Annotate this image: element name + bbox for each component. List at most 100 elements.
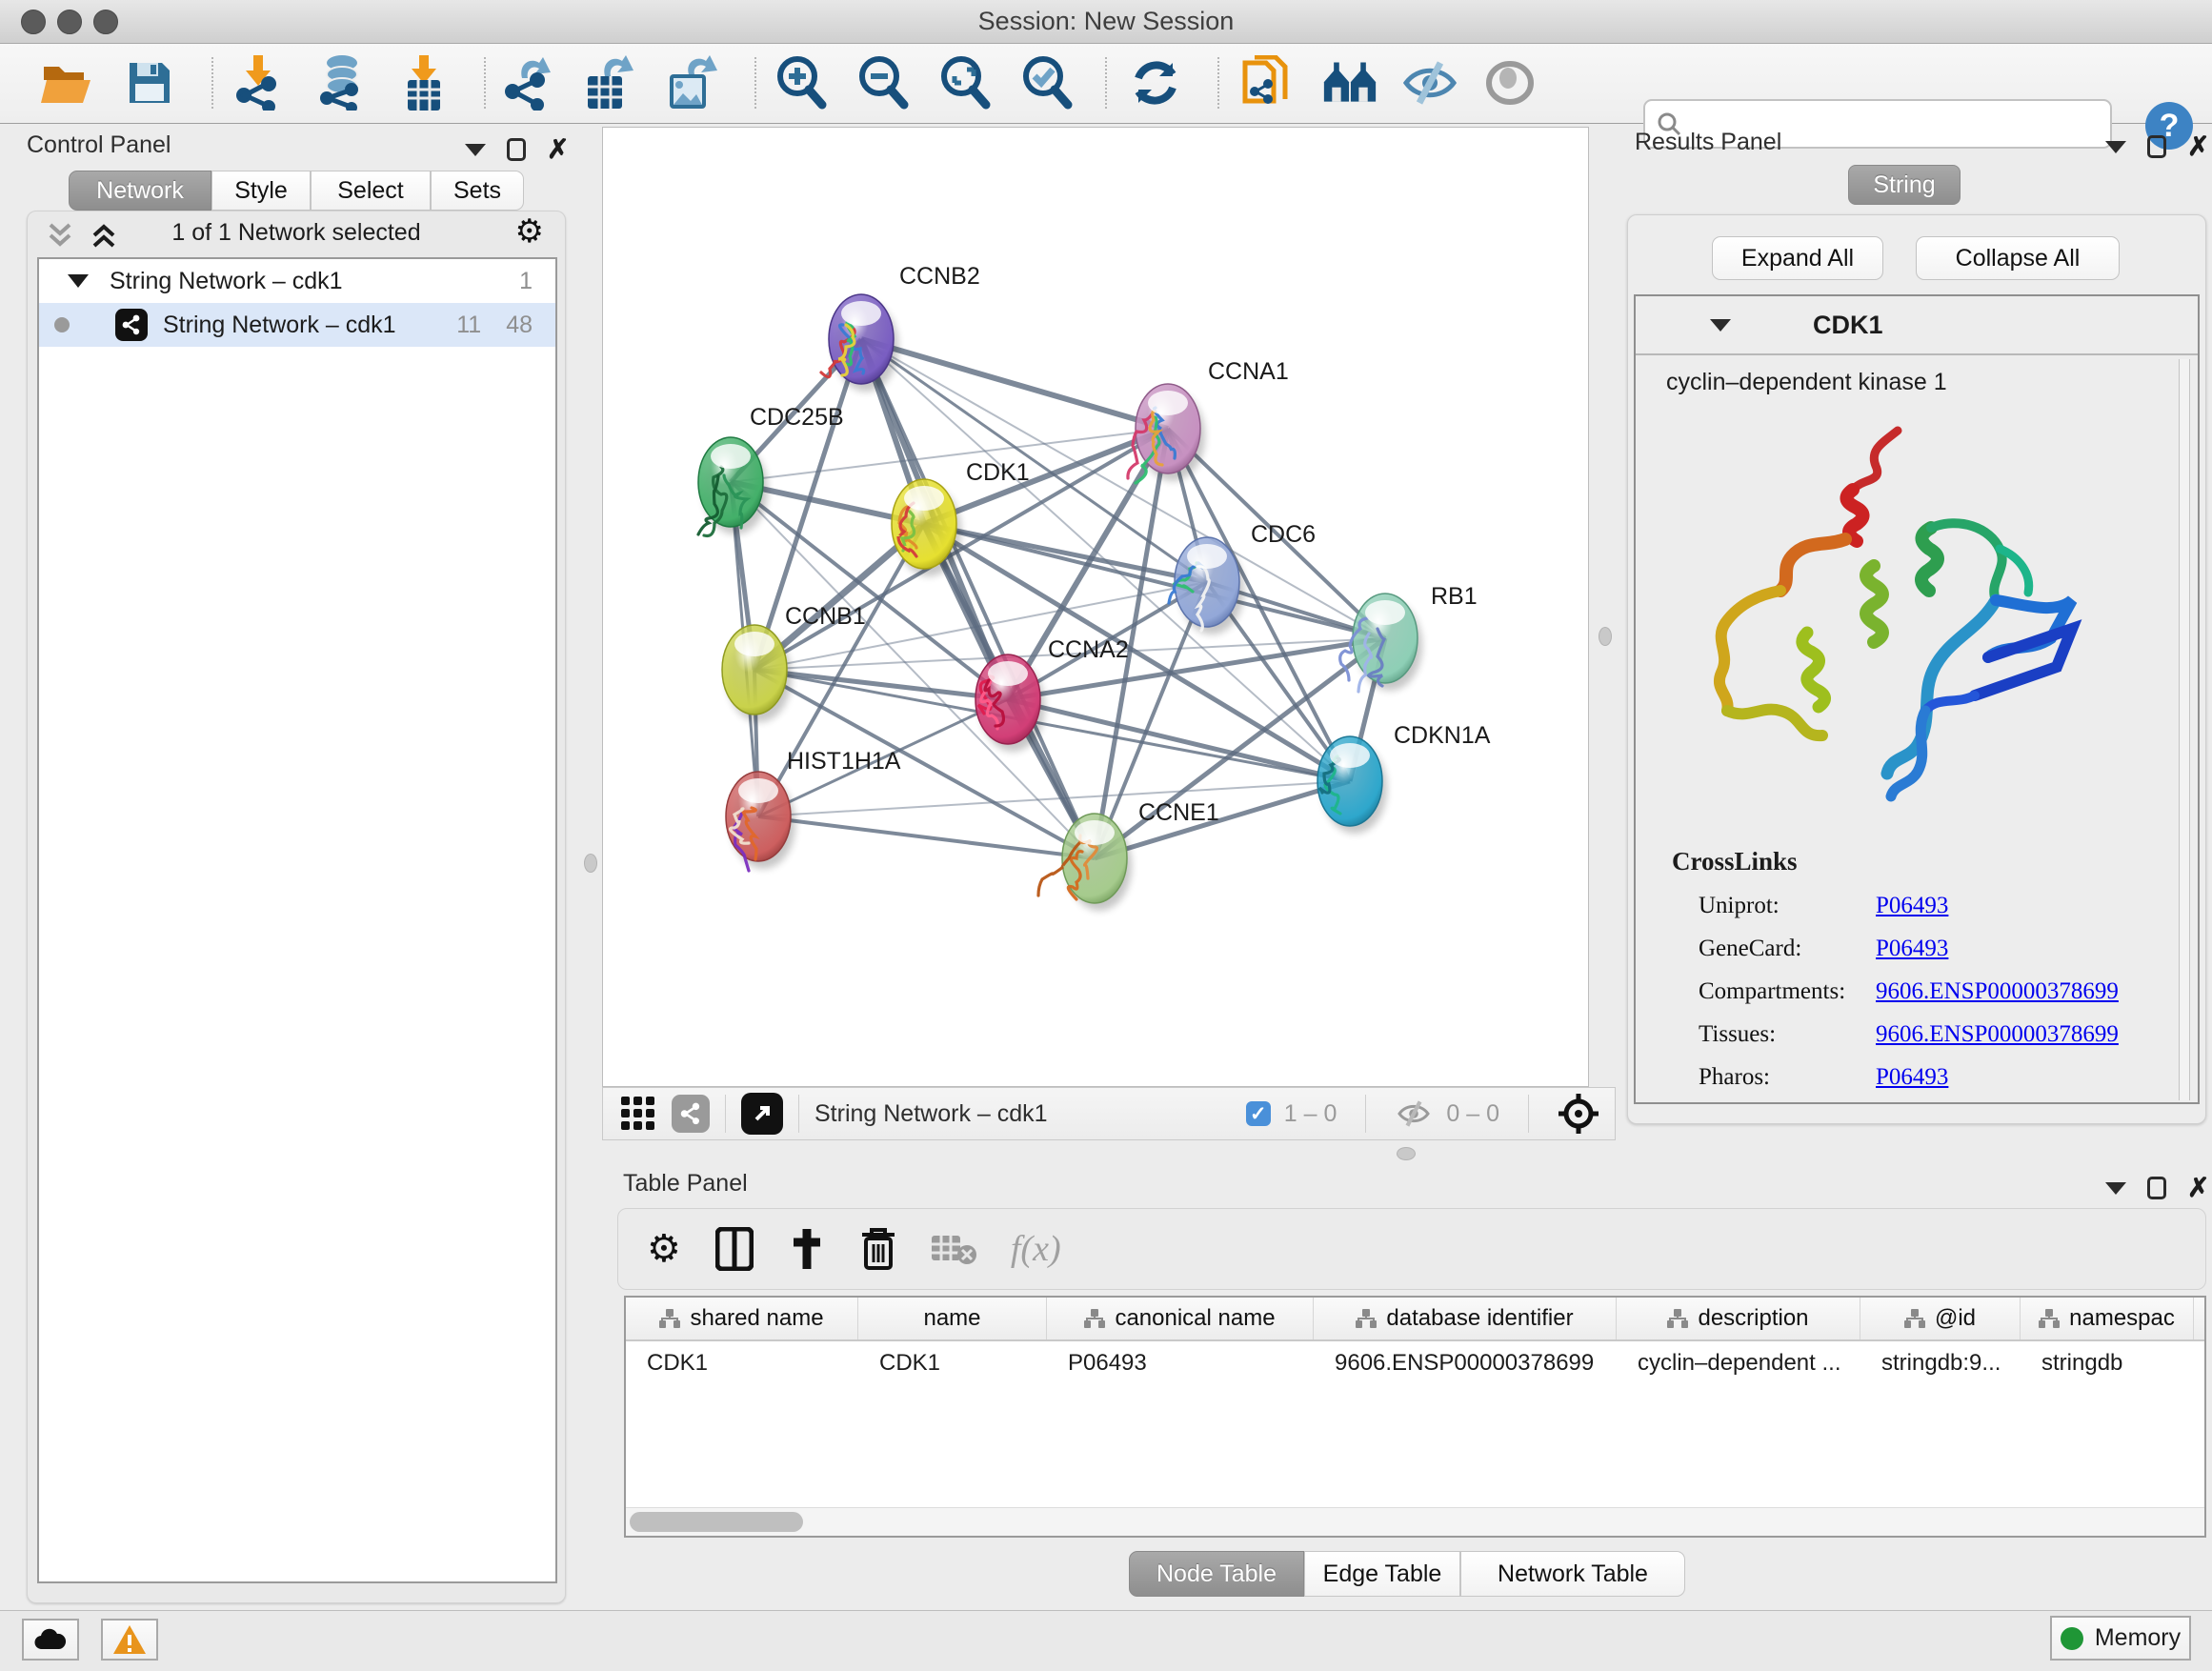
collapse-entry-icon[interactable] [1710, 319, 1731, 332]
column-header-canonical-name[interactable]: canonical name [1047, 1298, 1314, 1339]
control-panel-float-button[interactable] [507, 138, 526, 161]
results-panel-close-button[interactable]: ✗ [2187, 135, 2209, 158]
network-graph[interactable]: CCNB2CCNA1CDC25BCDK1CDC6RB1CCNB1CCNA2CDK… [603, 128, 1588, 1086]
crosslink-value-link[interactable]: 9606.ENSP00000378699 [1876, 978, 2119, 1005]
add-column-icon[interactable] [788, 1227, 826, 1271]
tree-expand-icon[interactable] [68, 274, 89, 288]
export-image-button[interactable] [665, 55, 720, 111]
open-session-button[interactable] [40, 55, 95, 111]
table-cell[interactable]: stringdb:9... [1860, 1341, 2021, 1385]
table-cell[interactable]: CDK1 [858, 1341, 1047, 1385]
network-node[interactable]: CCNA1 [1128, 358, 1289, 483]
toolbar-separator [484, 57, 486, 109]
network-collection-row[interactable]: String Network – cdk1 1 [39, 259, 555, 303]
open-folder-icon [41, 59, 94, 107]
table-cell[interactable]: cyclin–dependent ... [1617, 1341, 1860, 1385]
eye-slash-icon [1402, 59, 1458, 107]
column-header-name[interactable]: name [858, 1298, 1047, 1339]
table-cell[interactable]: stringdb [2021, 1341, 2194, 1385]
import-network-file-button[interactable] [231, 55, 286, 111]
clone-network-button[interactable] [1238, 55, 1294, 111]
table-panel-float-button[interactable] [2147, 1177, 2166, 1199]
refresh-button[interactable] [1128, 55, 1183, 111]
results-panel-float-button[interactable] [2147, 135, 2166, 158]
collapse-all-button[interactable]: Collapse All [1916, 236, 2120, 280]
table-horizontal-scrollbar[interactable] [626, 1507, 2204, 1536]
tab-edge-table[interactable]: Edge Table [1304, 1551, 1460, 1597]
vertical-splitter-handle[interactable] [1599, 627, 1612, 646]
network-edge[interactable] [861, 339, 1095, 858]
export-table-button[interactable] [583, 55, 638, 111]
crosslink-value-link[interactable]: P06493 [1876, 936, 1948, 962]
table-cell[interactable]: CDK1 [626, 1341, 858, 1385]
network-node[interactable]: CDKN1A [1317, 722, 1491, 834]
network-node[interactable]: CCNE1 [1038, 799, 1219, 911]
show-columns-icon[interactable] [715, 1227, 754, 1271]
column-header-namespac[interactable]: namespac [2021, 1298, 2194, 1339]
grid-view-icon[interactable] [620, 1096, 656, 1132]
string-home-button[interactable] [1322, 55, 1377, 111]
results-scrollbar[interactable] [2179, 359, 2190, 1100]
table-options-gear-icon[interactable]: ⚙ [647, 1233, 681, 1265]
expand-all-button[interactable]: Expand All [1712, 236, 1883, 280]
results-panel-menu-button[interactable] [2105, 141, 2126, 153]
crosslink-value-link[interactable]: P06493 [1876, 893, 1948, 919]
save-session-button[interactable] [122, 55, 177, 111]
network-edge[interactable] [758, 816, 1095, 858]
tab-select[interactable]: Select [311, 171, 431, 211]
network-edge[interactable] [924, 524, 1385, 638]
memory-button[interactable]: Memory [2050, 1616, 2191, 1661]
tab-sets[interactable]: Sets [431, 171, 524, 211]
crosslink-label: Tissues: [1699, 1021, 1876, 1048]
table-panel-close-button[interactable]: ✗ [2187, 1177, 2209, 1199]
crosslink-label: GeneCard: [1699, 936, 1876, 962]
table-cell[interactable]: 9606.ENSP00000378699 [1314, 1341, 1617, 1385]
warnings-button[interactable] [101, 1619, 158, 1661]
network-options-gear-icon[interactable]: ⚙ [515, 215, 544, 248]
horizontal-splitter-handle[interactable] [1397, 1147, 1416, 1160]
collection-count: 1 [519, 268, 533, 295]
zoom-out-button[interactable] [855, 55, 911, 111]
crosslink-value-link[interactable]: P06493 [1876, 1064, 1948, 1091]
zoom-selected-button[interactable] [1019, 55, 1075, 111]
column-header-database-identifier[interactable]: database identifier [1314, 1298, 1617, 1339]
hide-glass-button[interactable] [1402, 55, 1458, 111]
show-glass-button[interactable] [1482, 55, 1538, 111]
vertical-splitter-handle[interactable] [584, 854, 597, 873]
tab-network-table[interactable]: Network Table [1460, 1551, 1685, 1597]
network-row[interactable]: String Network – cdk1 11 48 [39, 303, 555, 347]
zoom-fit-icon [938, 55, 992, 111]
crosslink-value-link[interactable]: 9606.ENSP00000378699 [1876, 1021, 2119, 1048]
table-panel-menu-button[interactable] [2105, 1182, 2126, 1195]
network-node[interactable]: RB1 [1340, 583, 1478, 692]
tab-node-table[interactable]: Node Table [1129, 1551, 1304, 1597]
import-network-database-button[interactable] [312, 55, 368, 111]
delete-column-icon[interactable] [860, 1227, 896, 1271]
node-label: CCNB2 [899, 263, 980, 290]
zoom-in-button[interactable] [774, 55, 829, 111]
crosslinks-title: CrossLinks [1672, 847, 2198, 876]
network-canvas[interactable]: CCNB2CCNA1CDC25BCDK1CDC6RB1CCNB1CCNA2CDK… [602, 127, 1589, 1087]
node-result-header[interactable]: CDK1 [1636, 296, 2198, 355]
tab-network[interactable]: Network [69, 171, 211, 211]
detach-view-button[interactable] [741, 1093, 783, 1135]
tab-string[interactable]: String [1848, 165, 1961, 205]
column-header-shared-name[interactable]: shared name [626, 1298, 858, 1339]
column-header-description[interactable]: description [1617, 1298, 1860, 1339]
network-edge[interactable] [861, 339, 1168, 429]
fit-content-crosshair-icon[interactable] [1558, 1093, 1599, 1135]
control-panel-menu-button[interactable] [465, 144, 486, 156]
table-row[interactable]: CDK1CDK1P064939606.ENSP00000378699cyclin… [626, 1341, 2204, 1385]
column-header--id[interactable]: @id [1860, 1298, 2021, 1339]
export-network-button[interactable] [503, 55, 558, 111]
network-node[interactable]: CCNB2 [821, 263, 980, 392]
tab-style[interactable]: Style [211, 171, 311, 211]
control-panel-close-button[interactable]: ✗ [547, 138, 569, 161]
table-cell[interactable]: P06493 [1047, 1341, 1314, 1385]
import-table-file-button[interactable] [396, 55, 452, 111]
network-edge[interactable] [1095, 781, 1350, 858]
zoom-fit-button[interactable] [937, 55, 993, 111]
network-view-icon[interactable] [672, 1095, 710, 1133]
cloud-status-button[interactable] [22, 1619, 79, 1661]
scrollbar-thumb[interactable] [630, 1512, 803, 1532]
